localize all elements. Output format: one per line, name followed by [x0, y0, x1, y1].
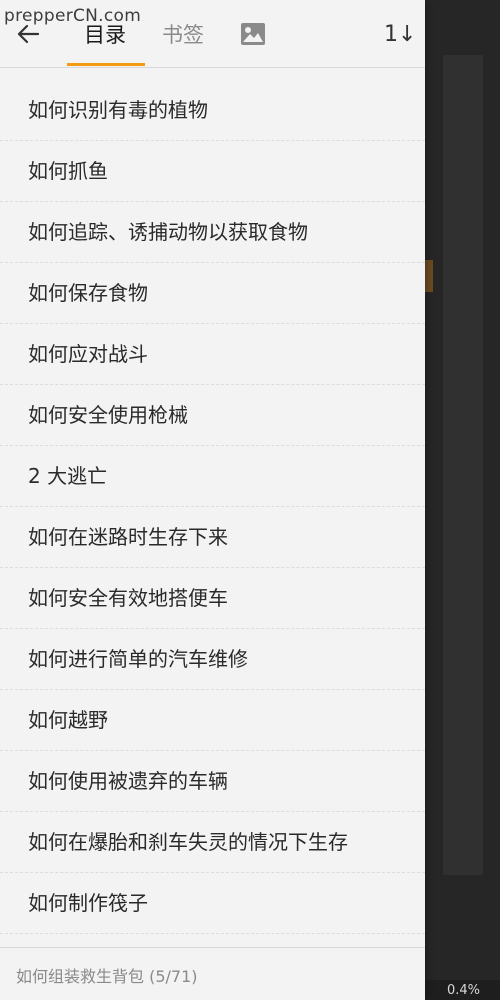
reader-status-bar: 0.4% — [425, 980, 500, 1000]
toc-item[interactable]: 如何安全有效地搭便车 — [0, 568, 425, 629]
reading-progress: 0.4% — [446, 983, 480, 998]
toc-item[interactable]: 如何应对战斗 — [0, 324, 425, 385]
tab-images[interactable] — [240, 22, 266, 46]
sort-order-button[interactable]: 1↓ — [384, 20, 416, 50]
toc-item[interactable]: 如何追踪、诱捕动物以获取食物 — [0, 202, 425, 263]
toc-item[interactable]: 如何识别有毒的植物 — [0, 80, 425, 141]
reader-page-edge — [443, 55, 483, 875]
toc-item[interactable]: 如何进行简单的汽车维修 — [0, 629, 425, 690]
toc-item[interactable]: 如何在爆胎和刹车失灵的情况下生存 — [0, 812, 425, 873]
toc-item[interactable]: 如何使用被遗弃的车辆 — [0, 751, 425, 812]
image-icon — [241, 23, 265, 45]
toc-item[interactable]: 如何越野 — [0, 690, 425, 751]
current-chapter-label: 如何组装救生背包 (5/71) — [16, 967, 198, 986]
toc-item[interactable]: 如何在迷路时生存下来 — [0, 507, 425, 568]
reader-highlight-mark — [425, 260, 433, 292]
toc-list: 如何识别有毒的植物 如何抓鱼 如何追踪、诱捕动物以获取食物 如何保存食物 如何应对战斗如… — [0, 80, 425, 934]
toc-item[interactable]: 如何保存食物 — [0, 263, 425, 324]
app-screen: 0.4% prepperCN.com 目录 书签 1↓ 如何识别有毒的植物 如何… — [0, 0, 500, 1000]
reader-background[interactable]: 0.4% — [425, 0, 500, 1000]
toc-item[interactable]: 如何制作筏子 — [0, 873, 425, 934]
tab-bookmarks[interactable]: 书签 — [162, 20, 204, 50]
toc-drawer: prepperCN.com 目录 书签 1↓ 如何识别有毒的植物 如何抓鱼 如何追踪… — [0, 0, 425, 1000]
toc-item[interactable]: 如何抓鱼 — [0, 141, 425, 202]
toc-item[interactable]: 如何安全使用枪械 — [0, 385, 425, 446]
active-tab-indicator — [67, 63, 145, 66]
current-chapter-footer[interactable]: 如何组装救生背包 (5/71) — [0, 947, 425, 1000]
toc-item[interactable]: 2 大逃亡 — [0, 446, 425, 507]
watermark-text: prepperCN.com — [4, 6, 142, 26]
